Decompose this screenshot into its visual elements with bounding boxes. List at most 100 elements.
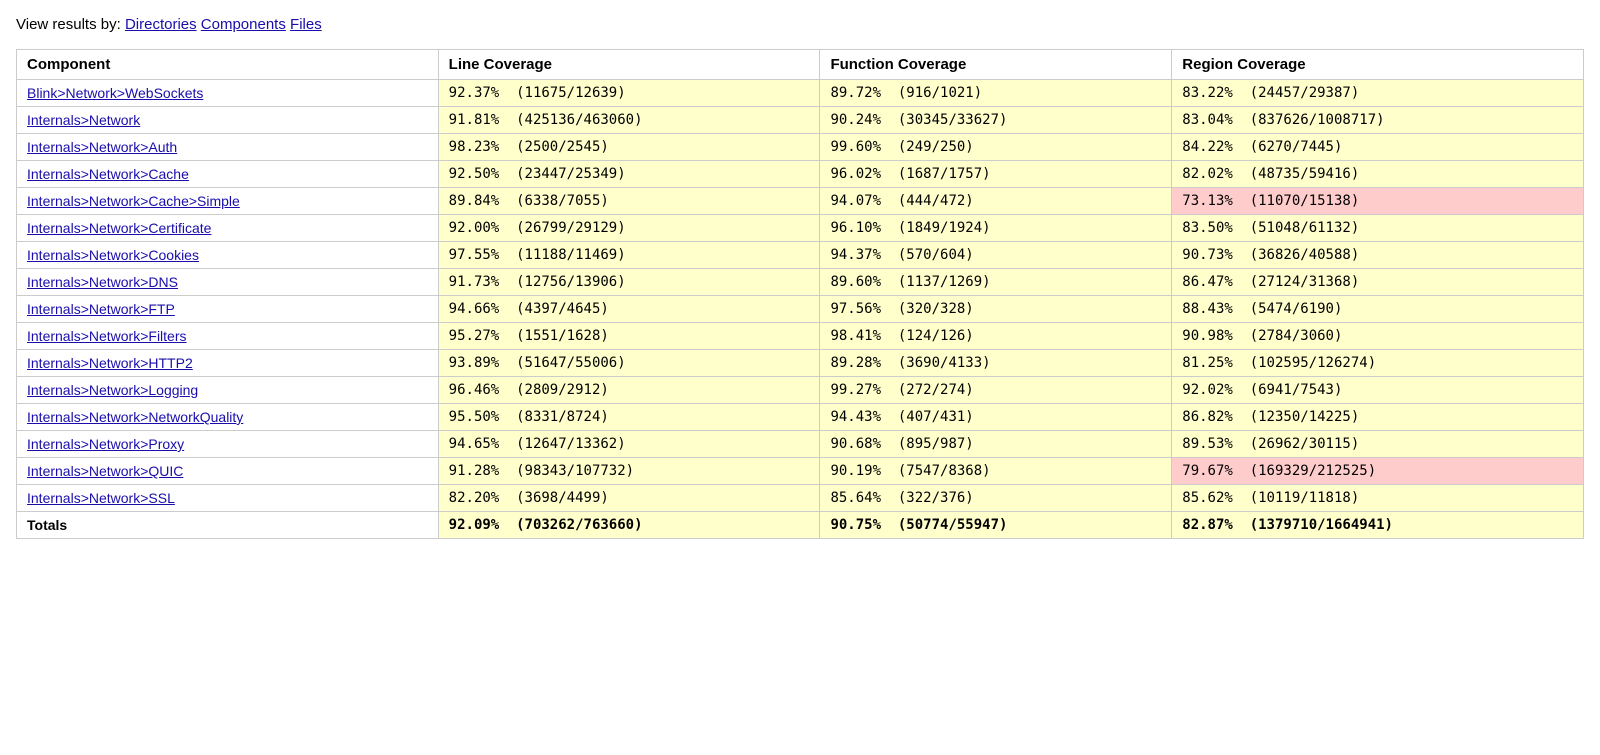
region-coverage-cell: 84.22% (6270/7445) — [1172, 134, 1584, 161]
component-cell: Internals>Network>QUIC — [17, 458, 439, 485]
component-link[interactable]: Internals>Network>Filters — [27, 328, 187, 344]
view-results-label: View results by: — [16, 16, 121, 33]
function-coverage-cell: 98.41% (124/126) — [820, 323, 1172, 350]
region-coverage-cell: 83.04% (837626/1008717) — [1172, 107, 1584, 134]
function-coverage-cell: 85.64% (322/376) — [820, 485, 1172, 512]
component-cell: Internals>Network>HTTP2 — [17, 350, 439, 377]
line-coverage-cell: 97.55% (11188/11469) — [438, 242, 820, 269]
line-coverage-cell: 94.65% (12647/13362) — [438, 431, 820, 458]
function-coverage-cell: 99.27% (272/274) — [820, 377, 1172, 404]
component-cell: Internals>Network>FTP — [17, 296, 439, 323]
region-coverage-cell: 90.73% (36826/40588) — [1172, 242, 1584, 269]
region-coverage-cell: 89.53% (26962/30115) — [1172, 431, 1584, 458]
component-link[interactable]: Internals>Network>Logging — [27, 382, 198, 398]
region-coverage-cell: 88.43% (5474/6190) — [1172, 296, 1584, 323]
component-cell: Internals>Network>Cache — [17, 161, 439, 188]
line-coverage-cell: 96.46% (2809/2912) — [438, 377, 820, 404]
components-link[interactable]: Components — [201, 16, 286, 33]
function-coverage-cell: 97.56% (320/328) — [820, 296, 1172, 323]
component-link[interactable]: Internals>Network>Proxy — [27, 436, 184, 452]
header-function-coverage: Function Coverage — [820, 50, 1172, 80]
table-row: Internals>Network>Cache 92.50% (23447/25… — [17, 161, 1584, 188]
function-coverage-cell: 94.43% (407/431) — [820, 404, 1172, 431]
line-coverage-cell: 95.27% (1551/1628) — [438, 323, 820, 350]
table-row: Internals>Network>HTTP2 93.89% (51647/55… — [17, 350, 1584, 377]
region-coverage-cell: 83.22% (24457/29387) — [1172, 80, 1584, 107]
component-link[interactable]: Internals>Network — [27, 112, 140, 128]
table-row: Internals>Network>Cache>Simple 89.84% (6… — [17, 188, 1584, 215]
table-row: Internals>Network>Logging 96.46% (2809/2… — [17, 377, 1584, 404]
directories-link[interactable]: Directories — [125, 16, 197, 33]
line-coverage-cell: 94.66% (4397/4645) — [438, 296, 820, 323]
region-coverage-cell: 86.82% (12350/14225) — [1172, 404, 1584, 431]
component-link[interactable]: Internals>Network>FTP — [27, 301, 175, 317]
table-row: Internals>Network>Filters 95.27% (1551/1… — [17, 323, 1584, 350]
component-cell: Internals>Network — [17, 107, 439, 134]
totals-line-coverage: 92.09% (703262/763660) — [438, 512, 820, 539]
line-coverage-cell: 91.81% (425136/463060) — [438, 107, 820, 134]
region-coverage-cell: 92.02% (6941/7543) — [1172, 377, 1584, 404]
component-link[interactable]: Internals>Network>Cache>Simple — [27, 193, 240, 209]
function-coverage-cell: 89.28% (3690/4133) — [820, 350, 1172, 377]
table-row: Internals>Network>Proxy 94.65% (12647/13… — [17, 431, 1584, 458]
component-cell: Internals>Network>Cache>Simple — [17, 188, 439, 215]
component-cell: Internals>Network>Filters — [17, 323, 439, 350]
table-row: Internals>Network>Cookies 97.55% (11188/… — [17, 242, 1584, 269]
line-coverage-cell: 95.50% (8331/8724) — [438, 404, 820, 431]
region-coverage-cell: 82.02% (48735/59416) — [1172, 161, 1584, 188]
component-cell: Blink>Network>WebSockets — [17, 80, 439, 107]
component-cell: Internals>Network>Auth — [17, 134, 439, 161]
region-coverage-cell: 81.25% (102595/126274) — [1172, 350, 1584, 377]
component-link[interactable]: Internals>Network>Cache — [27, 166, 189, 182]
function-coverage-cell: 94.37% (570/604) — [820, 242, 1172, 269]
table-header-row: Component Line Coverage Function Coverag… — [17, 50, 1584, 80]
component-link[interactable]: Internals>Network>HTTP2 — [27, 355, 193, 371]
table-row: Blink>Network>WebSockets 92.37% (11675/1… — [17, 80, 1584, 107]
table-row: Internals>Network>Auth 98.23% (2500/2545… — [17, 134, 1584, 161]
line-coverage-cell: 91.28% (98343/107732) — [438, 458, 820, 485]
line-coverage-cell: 89.84% (6338/7055) — [438, 188, 820, 215]
view-results-bar: View results by: Directories Components … — [16, 16, 1584, 33]
line-coverage-cell: 98.23% (2500/2545) — [438, 134, 820, 161]
header-line-coverage: Line Coverage — [438, 50, 820, 80]
component-link[interactable]: Internals>Network>Certificate — [27, 220, 211, 236]
component-cell: Internals>Network>Logging — [17, 377, 439, 404]
component-cell: Internals>Network>Cookies — [17, 242, 439, 269]
function-coverage-cell: 89.60% (1137/1269) — [820, 269, 1172, 296]
component-link[interactable]: Internals>Network>SSL — [27, 490, 175, 506]
region-coverage-cell: 85.62% (10119/11818) — [1172, 485, 1584, 512]
table-row: Internals>Network>NetworkQuality 95.50% … — [17, 404, 1584, 431]
component-link[interactable]: Internals>Network>NetworkQuality — [27, 409, 243, 425]
component-link[interactable]: Internals>Network>DNS — [27, 274, 178, 290]
line-coverage-cell: 92.37% (11675/12639) — [438, 80, 820, 107]
region-coverage-cell: 73.13% (11070/15138) — [1172, 188, 1584, 215]
table-row: Internals>Network 91.81% (425136/463060)… — [17, 107, 1584, 134]
component-link[interactable]: Internals>Network>Cookies — [27, 247, 199, 263]
region-coverage-cell: 90.98% (2784/3060) — [1172, 323, 1584, 350]
line-coverage-cell: 92.50% (23447/25349) — [438, 161, 820, 188]
table-row: Internals>Network>QUIC 91.28% (98343/107… — [17, 458, 1584, 485]
function-coverage-cell: 89.72% (916/1021) — [820, 80, 1172, 107]
function-coverage-cell: 96.02% (1687/1757) — [820, 161, 1172, 188]
component-link[interactable]: Internals>Network>Auth — [27, 139, 177, 155]
line-coverage-cell: 91.73% (12756/13906) — [438, 269, 820, 296]
header-region-coverage: Region Coverage — [1172, 50, 1584, 80]
function-coverage-cell: 90.19% (7547/8368) — [820, 458, 1172, 485]
component-link[interactable]: Internals>Network>QUIC — [27, 463, 183, 479]
component-cell: Internals>Network>DNS — [17, 269, 439, 296]
function-coverage-cell: 90.24% (30345/33627) — [820, 107, 1172, 134]
files-link[interactable]: Files — [290, 16, 322, 33]
table-row: Internals>Network>SSL 82.20% (3698/4499)… — [17, 485, 1584, 512]
component-link[interactable]: Blink>Network>WebSockets — [27, 85, 203, 101]
region-coverage-cell: 79.67% (169329/212525) — [1172, 458, 1584, 485]
component-cell: Internals>Network>NetworkQuality — [17, 404, 439, 431]
totals-region-coverage: 82.87% (1379710/1664941) — [1172, 512, 1584, 539]
line-coverage-cell: 92.00% (26799/29129) — [438, 215, 820, 242]
component-cell: Internals>Network>SSL — [17, 485, 439, 512]
table-row: Internals>Network>FTP 94.66% (4397/4645)… — [17, 296, 1584, 323]
totals-label: Totals — [17, 512, 439, 539]
coverage-table: Component Line Coverage Function Coverag… — [16, 49, 1584, 539]
function-coverage-cell: 99.60% (249/250) — [820, 134, 1172, 161]
region-coverage-cell: 86.47% (27124/31368) — [1172, 269, 1584, 296]
line-coverage-cell: 93.89% (51647/55006) — [438, 350, 820, 377]
